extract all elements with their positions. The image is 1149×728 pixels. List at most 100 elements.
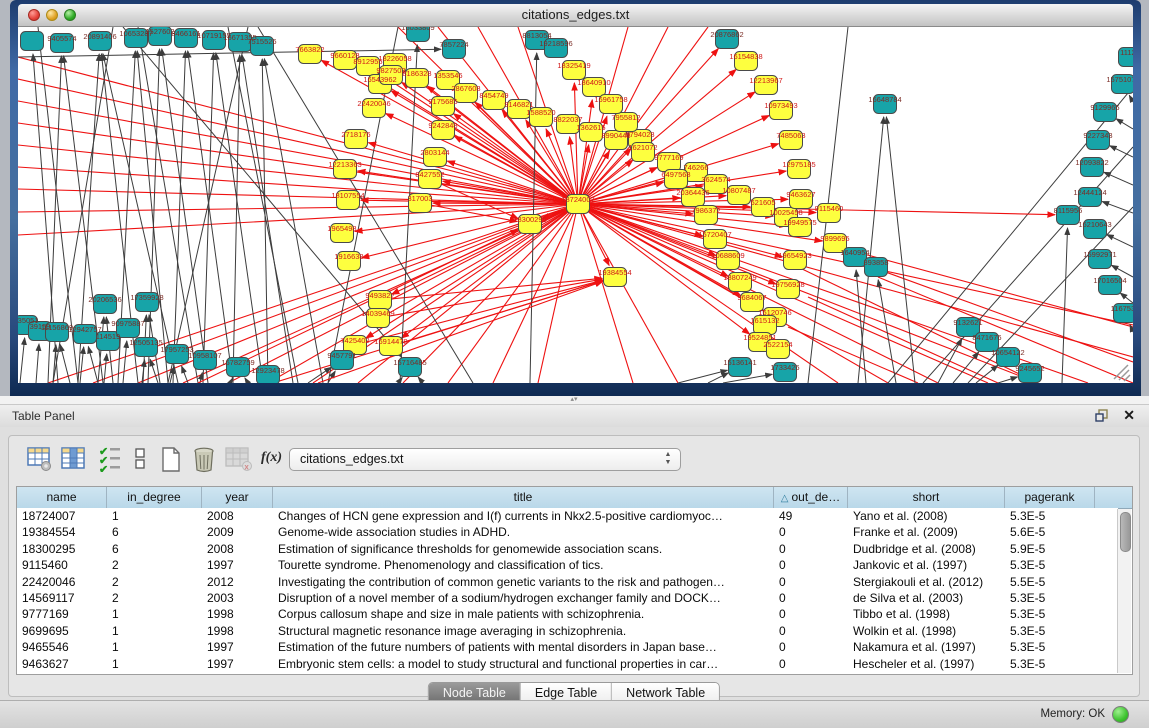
- table-cell-name[interactable]: 9463627: [17, 656, 107, 672]
- table-cell-name[interactable]: 18300295: [17, 541, 107, 557]
- table-cell-out_de[interactable]: 0: [774, 574, 848, 590]
- table-row[interactable]: 969969511998Structural magnetic resonanc…: [17, 623, 1118, 639]
- table-cell-short[interactable]: Stergiakouli et al. (2012): [848, 574, 1005, 590]
- column-header-title[interactable]: title: [273, 487, 774, 508]
- table-cell-out_de[interactable]: 0: [774, 590, 848, 606]
- table-cell-name[interactable]: 9115460: [17, 557, 107, 573]
- table-cell-name[interactable]: 9699695: [17, 623, 107, 639]
- edge[interactable]: [1107, 235, 1133, 247]
- table-cell-pagerank[interactable]: 5.3E-5: [1005, 590, 1095, 606]
- table-cell-in_degree[interactable]: 1: [107, 656, 202, 672]
- table-cell-in_degree[interactable]: 1: [107, 508, 202, 524]
- column-select-icon[interactable]: [61, 446, 89, 476]
- edge[interactable]: [308, 367, 331, 383]
- table-cell-short[interactable]: Yano et al. (2008): [848, 508, 1005, 524]
- table-cell-pagerank[interactable]: 5.6E-5: [1005, 524, 1095, 540]
- table-cell-in_degree[interactable]: 6: [107, 541, 202, 557]
- edge[interactable]: [182, 366, 188, 383]
- table-cell-name[interactable]: 9465546: [17, 639, 107, 655]
- table-cell-name[interactable]: 14569117: [17, 590, 107, 606]
- column-header-short[interactable]: short: [848, 487, 1005, 508]
- table-cell-in_degree[interactable]: 2: [107, 590, 202, 606]
- table-cell-pagerank[interactable]: 5.3E-5: [1005, 656, 1095, 672]
- edge[interactable]: [998, 377, 1018, 383]
- table-cell-pagerank[interactable]: 5.3E-5: [1005, 606, 1095, 622]
- table-row[interactable]: 977716911998Corpus callosum shape and si…: [17, 606, 1118, 622]
- column-header-out_de[interactable]: △out_de…: [774, 487, 848, 508]
- network-canvas[interactable]: 9405574208914061065328715276028466161107…: [18, 27, 1133, 383]
- table-cell-pagerank[interactable]: 5.3E-5: [1005, 557, 1095, 573]
- table-scrollbar[interactable]: [1117, 509, 1131, 673]
- edge[interactable]: [578, 204, 678, 383]
- table-cell-name[interactable]: 18724007: [17, 508, 107, 524]
- edge[interactable]: [216, 53, 263, 383]
- table-cell-title[interactable]: Investigating the contribution of common…: [273, 574, 774, 590]
- table-cell-short[interactable]: Jankovic et al. (1997): [848, 557, 1005, 573]
- table-cell-pagerank[interactable]: 5.3E-5: [1005, 639, 1095, 655]
- new-column-icon[interactable]: [159, 446, 187, 476]
- column-header-pagerank[interactable]: pagerank: [1005, 487, 1095, 508]
- table-cell-year[interactable]: 2008: [202, 508, 273, 524]
- table-cell-year[interactable]: 1997: [202, 557, 273, 573]
- edge[interactable]: [80, 347, 84, 383]
- edge[interactable]: [162, 49, 208, 383]
- edge[interactable]: [20, 338, 25, 383]
- table-cell-name[interactable]: 9777169: [17, 606, 107, 622]
- row-height-icon[interactable]: [133, 446, 161, 476]
- table-cell-in_degree[interactable]: 1: [107, 606, 202, 622]
- edge[interactable]: [788, 327, 918, 383]
- table-row[interactable]: 946362711997Embryonic stem cells: a mode…: [17, 656, 1118, 672]
- edge[interactable]: [53, 345, 56, 383]
- graph-node[interactable]: [21, 32, 44, 51]
- table-cell-pagerank[interactable]: 5.3E-5: [1005, 623, 1095, 639]
- edge[interactable]: [392, 204, 578, 294]
- edge[interactable]: [88, 347, 98, 383]
- split-divider[interactable]: ▴▾: [0, 396, 1149, 405]
- edge[interactable]: [1104, 172, 1133, 185]
- table-cell-year[interactable]: 2003: [202, 590, 273, 606]
- table-cell-in_degree[interactable]: 2: [107, 557, 202, 573]
- table-cell-short[interactable]: Wolkin et al. (1998): [848, 623, 1005, 639]
- table-cell-year[interactable]: 1997: [202, 656, 273, 672]
- table-row[interactable]: 1456911722003Disruption of a novel membe…: [17, 590, 1118, 606]
- edge[interactable]: [318, 281, 603, 383]
- edge[interactable]: [18, 57, 578, 204]
- table-cell-title[interactable]: Embryonic stem cells: a model to study s…: [273, 656, 774, 672]
- table-cell-in_degree[interactable]: 1: [107, 639, 202, 655]
- edge[interactable]: [401, 204, 578, 338]
- edge[interactable]: [1102, 202, 1133, 213]
- table-cell-out_de[interactable]: 0: [774, 639, 848, 655]
- table-cell-out_de[interactable]: 0: [774, 606, 848, 622]
- edge[interactable]: [1062, 228, 1068, 383]
- table-row[interactable]: 2242004622012Investigating the contribut…: [17, 574, 1118, 590]
- table-row[interactable]: 946554611997Estimation of the future num…: [17, 639, 1118, 655]
- table-cell-out_de[interactable]: 0: [774, 557, 848, 573]
- edge[interactable]: [36, 344, 39, 383]
- close-panel-icon[interactable]: ✕: [1123, 407, 1135, 424]
- table-cell-out_de[interactable]: 49: [774, 508, 848, 524]
- function-builder-icon[interactable]: f(x): [261, 450, 289, 480]
- table-cell-year[interactable]: 2008: [202, 541, 273, 557]
- table-cell-out_de[interactable]: 0: [774, 541, 848, 557]
- edge[interactable]: [886, 117, 915, 383]
- table-cell-title[interactable]: Tourette syndrome. Phenomenology and cla…: [273, 557, 774, 573]
- edge[interactable]: [233, 55, 240, 383]
- edge[interactable]: [18, 204, 578, 235]
- edge[interactable]: [1120, 293, 1133, 303]
- table-row[interactable]: 1830029562008Estimation of significance …: [17, 541, 1118, 557]
- table-cell-out_de[interactable]: 0: [774, 656, 848, 672]
- table-cell-short[interactable]: Franke et al. (2009): [848, 524, 1005, 540]
- table-cell-short[interactable]: Nakamura et al. (1997): [848, 639, 1005, 655]
- table-cell-short[interactable]: Hescheler et al. (1997): [848, 656, 1005, 672]
- column-header-year[interactable]: year: [202, 487, 273, 508]
- column-header-name[interactable]: name: [17, 487, 107, 508]
- edge[interactable]: [137, 51, 168, 383]
- edge[interactable]: [245, 378, 248, 383]
- table-cell-in_degree[interactable]: 1: [107, 623, 202, 639]
- network-window-titlebar[interactable]: citations_edges.txt: [18, 4, 1133, 27]
- table-cell-pagerank[interactable]: 5.9E-5: [1005, 541, 1095, 557]
- delete-column-icon[interactable]: [191, 446, 219, 476]
- table-cell-title[interactable]: Estimation of significance thresholds fo…: [273, 541, 774, 557]
- edge[interactable]: [48, 204, 578, 383]
- edge[interactable]: [418, 377, 423, 383]
